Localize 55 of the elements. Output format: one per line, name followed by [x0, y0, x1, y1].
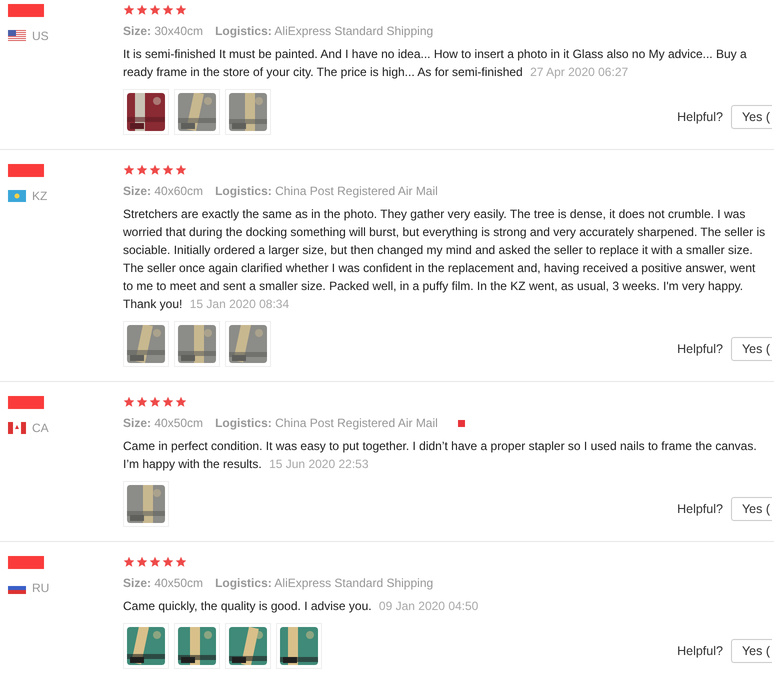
- yes-button[interactable]: Yes (: [730, 105, 772, 129]
- redaction-mark: [8, 164, 44, 177]
- country-code: RU: [32, 580, 50, 597]
- redaction-mark: [8, 396, 44, 409]
- country-code: US: [32, 28, 49, 45]
- helpful-label: Helpful?: [677, 642, 723, 660]
- yes-button[interactable]: Yes (: [730, 337, 772, 361]
- star-icon: [136, 164, 148, 176]
- helpful-label: Helpful?: [677, 108, 723, 126]
- yes-button[interactable]: Yes (: [730, 639, 772, 663]
- star-icon: [149, 556, 161, 568]
- review-text: It is semi-finished It must be painted. And I have no idea... How to insert a photo in it Glass also no My advice... Buy a ready frame in the store of your city. The price is high... As for semi-finished 27 Apr 2020 06:27: [123, 46, 748, 81]
- yes-button[interactable]: Yes (: [730, 497, 772, 521]
- review-date: 27 Apr 2020 06:27: [530, 65, 628, 79]
- flag-icon: [8, 190, 26, 202]
- helpful-label: Helpful?: [677, 500, 723, 518]
- logistics-info: Logistics: AliExpress Standard Shipping: [215, 575, 434, 592]
- review-date: 15 Jan 2020 08:34: [190, 297, 290, 311]
- star-icon: [123, 556, 135, 568]
- star-icon: [149, 164, 161, 176]
- review-text: Came quickly, the quality is good. I advise you. 09 Jan 2020 04:50: [123, 598, 480, 615]
- review-text: Stretchers are exactly the same as in the photo. They gather very easily. The tree is dense, it does not crumble. I was worried that during the docking something will burst, but everything is strong and very accurately sharpened. The seller is sociable. Initially ordered a larger size, but then changed my mind and asked the seller to replace it with a smaller size. The seller once again clarified whether I was confident in the replacement and, having received a positive answer, went to me to meet and sent a smaller size. Packed well, in a puffy film. In the KZ went, as usual, 3 weeks. I'm very happy. Thank you! 15 Jan 2020 08:34: [123, 206, 766, 313]
- review-date: 09 Jan 2020 04:50: [378, 599, 478, 613]
- star-icon: [162, 164, 174, 176]
- star-icon: [136, 556, 148, 568]
- star-icon: [175, 556, 187, 568]
- star-icon: [123, 396, 135, 408]
- star-icon: [162, 4, 174, 16]
- review-text: Came in perfect condition. It was easy to put together. I didn’t have a proper stapler so I used nails to frame the canvas. I’m happy with the results. 15 Jun 2020 22:53: [123, 438, 758, 473]
- star-icon: [175, 396, 187, 408]
- country-code: KZ: [32, 188, 48, 205]
- logistics-info: Logistics: AliExpress Standard Shipping: [215, 23, 434, 40]
- star-icon: [149, 4, 161, 16]
- star-icon: [136, 4, 148, 16]
- redaction-mark: [8, 556, 44, 569]
- flag-icon: [8, 422, 26, 434]
- country-code: CA: [32, 420, 49, 437]
- logistics-info: Logistics: China Post Registered Air Mail: [215, 415, 438, 432]
- star-icon: [123, 164, 135, 176]
- size-info: Size: 40x50cm: [123, 415, 204, 432]
- star-icon: [136, 396, 148, 408]
- star-icon: [149, 396, 161, 408]
- redaction-mark: [8, 4, 44, 17]
- size-info: Size: 40x60cm: [123, 183, 204, 200]
- helpful-label: Helpful?: [677, 340, 723, 358]
- star-icon: [175, 4, 187, 16]
- logistics-info: Logistics: China Post Registered Air Mail: [215, 183, 438, 200]
- star-icon: [123, 4, 135, 16]
- star-icon: [162, 556, 174, 568]
- flag-icon: [8, 30, 26, 42]
- size-info: Size: 40x50cm: [123, 575, 204, 592]
- star-icon: [175, 164, 187, 176]
- star-icon: [162, 396, 174, 408]
- size-info: Size: 30x40cm: [123, 23, 204, 40]
- review-date: 15 Jun 2020 22:53: [269, 457, 368, 471]
